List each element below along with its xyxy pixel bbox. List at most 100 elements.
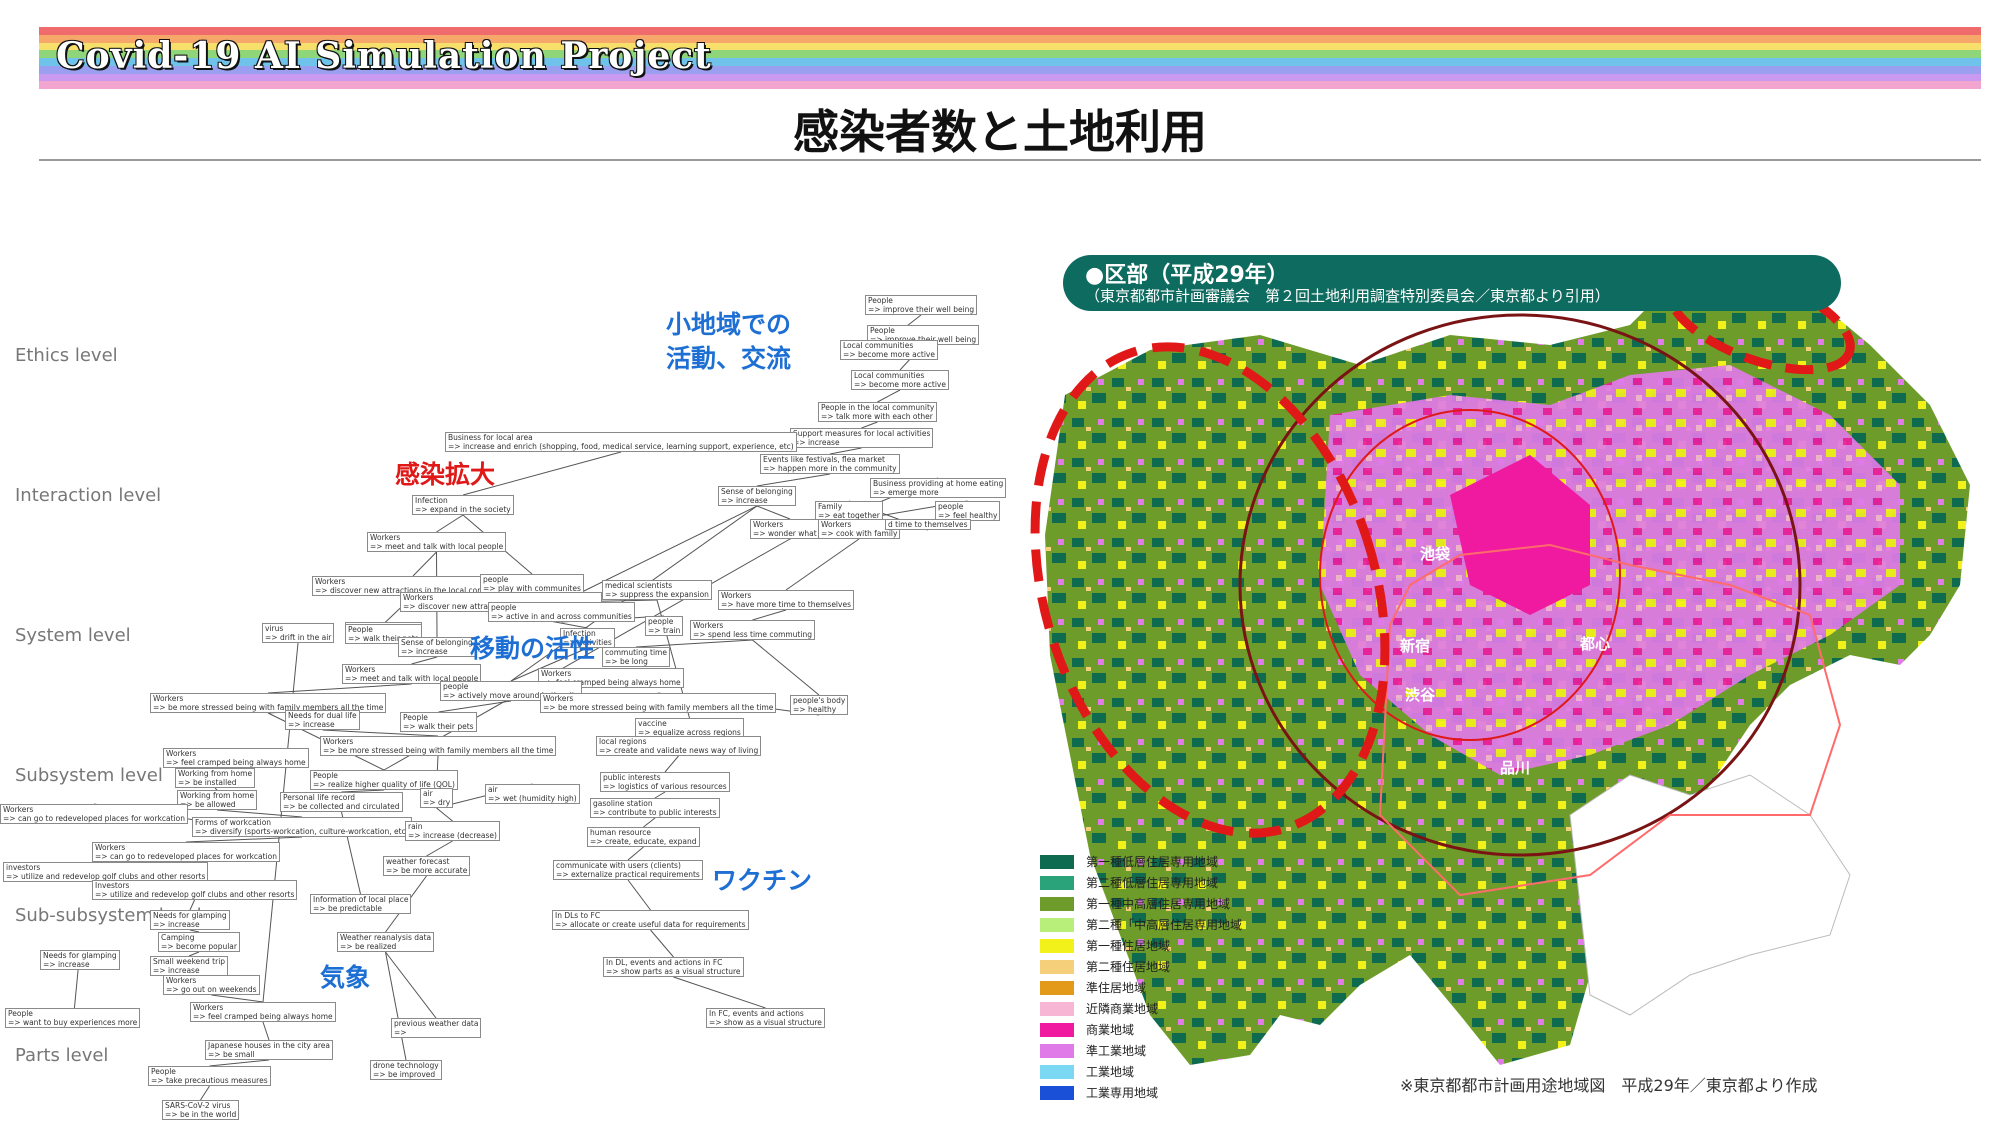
- diagram-node-verb: => emerge more: [873, 488, 939, 497]
- diagram-node-subject: Workers: [753, 520, 784, 529]
- diagram-connector: [756, 473, 831, 487]
- causal-diagram: People=> improve their well beingPeople=…: [0, 290, 1010, 1125]
- diagram-node-subject: commuting time: [605, 648, 667, 657]
- slide-title: 感染者数と土地利用: [793, 105, 1207, 159]
- diagram-node: Camping => become popular: [158, 932, 240, 952]
- diagram-connector: [189, 899, 195, 911]
- diagram-node: medical scientists => suppress the expans…: [602, 580, 712, 600]
- diagram-node: people's body => healthy: [790, 695, 849, 715]
- diagram-node: Workers => go out on weekends: [163, 975, 260, 995]
- diagram-node-subject: Infection: [415, 496, 448, 505]
- map-banner-source: （東京都都市計画審議会 第２回土地利用調査特別委員会／東京都より引用）: [1085, 287, 1610, 305]
- diagram-node-verb: => increase: [288, 720, 335, 729]
- diagram-node-subject: Personal life record: [283, 793, 356, 802]
- diagram-node-verb: => increase: [721, 496, 768, 505]
- diagram-connector: [756, 505, 791, 520]
- diagram-node-subject: People: [313, 771, 338, 780]
- diagram-node-subject: Information of local place: [313, 895, 409, 904]
- legend-item: 第一種住居地域: [1040, 936, 1280, 956]
- diagram-node-verb: => want to buy experiences more: [8, 1018, 138, 1027]
- diagram-node: human resource => create, educate, expand: [587, 827, 700, 847]
- diagram-node: Needs for glamping => increase: [150, 910, 230, 930]
- diagram-connector: [438, 700, 512, 713]
- diagram-node-verb: => be collected and circulated: [283, 802, 400, 811]
- diagram-node: Infection => expand in the society: [412, 495, 514, 515]
- diagram-connector: [200, 1085, 210, 1101]
- diagram-node-verb: => wet (humidity high): [488, 794, 577, 803]
- diagram-node-verb: => create, educate, expand: [590, 837, 697, 846]
- diagram-node-subject: Workers: [345, 665, 376, 674]
- diagram-node-verb: => dry: [423, 798, 451, 807]
- diagram-node: previous weather data =>: [391, 1018, 482, 1038]
- diagram-node-subject: communicate with users (clients): [556, 861, 681, 870]
- diagram-node-subject: People: [868, 296, 893, 305]
- diagram-node-verb: => spend less time commuting: [693, 630, 812, 639]
- diagram-node: Working from home => be allowed: [177, 790, 258, 810]
- diagram-node-verb: => logistics of various resources: [603, 782, 727, 791]
- diagram-node-subject: local regions: [599, 737, 647, 746]
- diagram-node: Business for local area => increase and e…: [445, 432, 797, 452]
- diagram-node: people => active in and across communitie…: [488, 602, 635, 622]
- diagram-node-subject: People: [870, 326, 895, 335]
- diagram-node-subject: Workers: [95, 843, 126, 852]
- diagram-node: communicate with users (clients) => exter…: [553, 860, 703, 880]
- legend-swatch: [1040, 1086, 1074, 1100]
- diagram-node-verb: => utilize and redevelop golf clubs and …: [95, 890, 295, 899]
- place-ikebukuro: 池袋: [1420, 545, 1451, 563]
- legend-label: 準住居地域: [1086, 981, 1147, 995]
- diagram-node-subject: public interests: [603, 773, 661, 782]
- diagram-connector: [635, 639, 753, 648]
- diagram-connector: [211, 994, 264, 1003]
- diagram-node-subject: Workers: [166, 749, 197, 758]
- diagram-node-verb: => can go to redeveloped places for work…: [95, 852, 278, 861]
- diagram-node-subject: Needs for glamping: [43, 951, 117, 960]
- diagram-node-subject: people: [443, 682, 469, 691]
- project-title: Covid-19 AI Simulation Project: [55, 34, 712, 78]
- diagram-node-subject: air: [488, 785, 498, 794]
- diagram-node: vaccine => equalize across regions: [635, 718, 744, 738]
- diagram-node: Personal life record => be collected and …: [280, 792, 403, 812]
- diagram-node: Local communities => become more active: [851, 370, 949, 390]
- diagram-node-verb: => healthy: [793, 705, 837, 714]
- map-banner: ●区部（平成29年） （東京都都市計画審議会 第２回土地利用調査特別委員会／東京…: [1063, 255, 1841, 311]
- diagram-node-verb: => show as a visual structure: [709, 1018, 822, 1027]
- diagram-node: Investors => utilize and redevelop golf c…: [92, 880, 298, 900]
- diagram-node-verb: => create and validate news way of livin…: [599, 746, 759, 755]
- diagram-node: Business providing at home eating => emer…: [870, 478, 1007, 498]
- diagram-node-verb: => cook with family: [821, 529, 898, 538]
- diagram-node: People => realize higher quality of life …: [310, 770, 458, 790]
- diagram-node: In DL, events and actions in FC => show p…: [603, 957, 744, 977]
- diagram-connector: [412, 551, 437, 577]
- diagram-node-subject: investors: [6, 863, 41, 872]
- diagram-node-verb: => allocate or create useful data for re…: [555, 920, 746, 929]
- diagram-node-subject: Working from home: [178, 769, 253, 778]
- diagram-node-verb: => increase: [793, 438, 840, 447]
- map-source-note: ※東京都都市計画用途地域図 平成29年／東京都より作成: [1400, 1076, 1818, 1095]
- annotation-small-area: 小地域での 活動、交流: [666, 308, 791, 376]
- diagram-node-subject: previous weather data: [394, 1019, 479, 1028]
- diagram-node-subject: Workers: [543, 694, 574, 703]
- diagram-connector: [411, 656, 438, 665]
- diagram-node: rain => increase (decrease): [405, 821, 500, 841]
- diagram-connector: [752, 609, 787, 621]
- diagram-node: d time to themselves: [885, 519, 971, 530]
- place-shibuya: 渋谷: [1405, 686, 1436, 704]
- diagram-node: In DLs to FC => allocate or create useful…: [552, 910, 749, 930]
- diagram-node-verb: => expand in the society: [415, 505, 511, 514]
- diagram-node-verb: => be in the world: [165, 1110, 237, 1119]
- diagram-node-subject: people: [938, 502, 964, 511]
- diagram-node: drone technology => be improved: [370, 1060, 442, 1080]
- legend-swatch: [1040, 897, 1074, 911]
- diagram-node: Support measures for local activities => …: [790, 428, 934, 448]
- place-shinjuku: 新宿: [1400, 637, 1430, 655]
- diagram-node: Japanese houses in the city area => be sm…: [205, 1040, 333, 1060]
- diagram-node: Working from home => be installed: [175, 768, 256, 788]
- diagram-node-verb: => be long: [605, 657, 648, 666]
- diagram-node-verb: => have more time to themselves: [721, 600, 851, 609]
- legend-label: 近隣商業地域: [1086, 1002, 1159, 1016]
- diagram-node: Small weekend trip => increase: [150, 956, 229, 976]
- diagram-connector: [627, 879, 651, 911]
- diagram-node-subject: Workers: [403, 593, 434, 602]
- legend-label: 第一種中高層住居専用地域: [1086, 897, 1231, 911]
- diagram-node-verb: => become popular: [161, 942, 237, 951]
